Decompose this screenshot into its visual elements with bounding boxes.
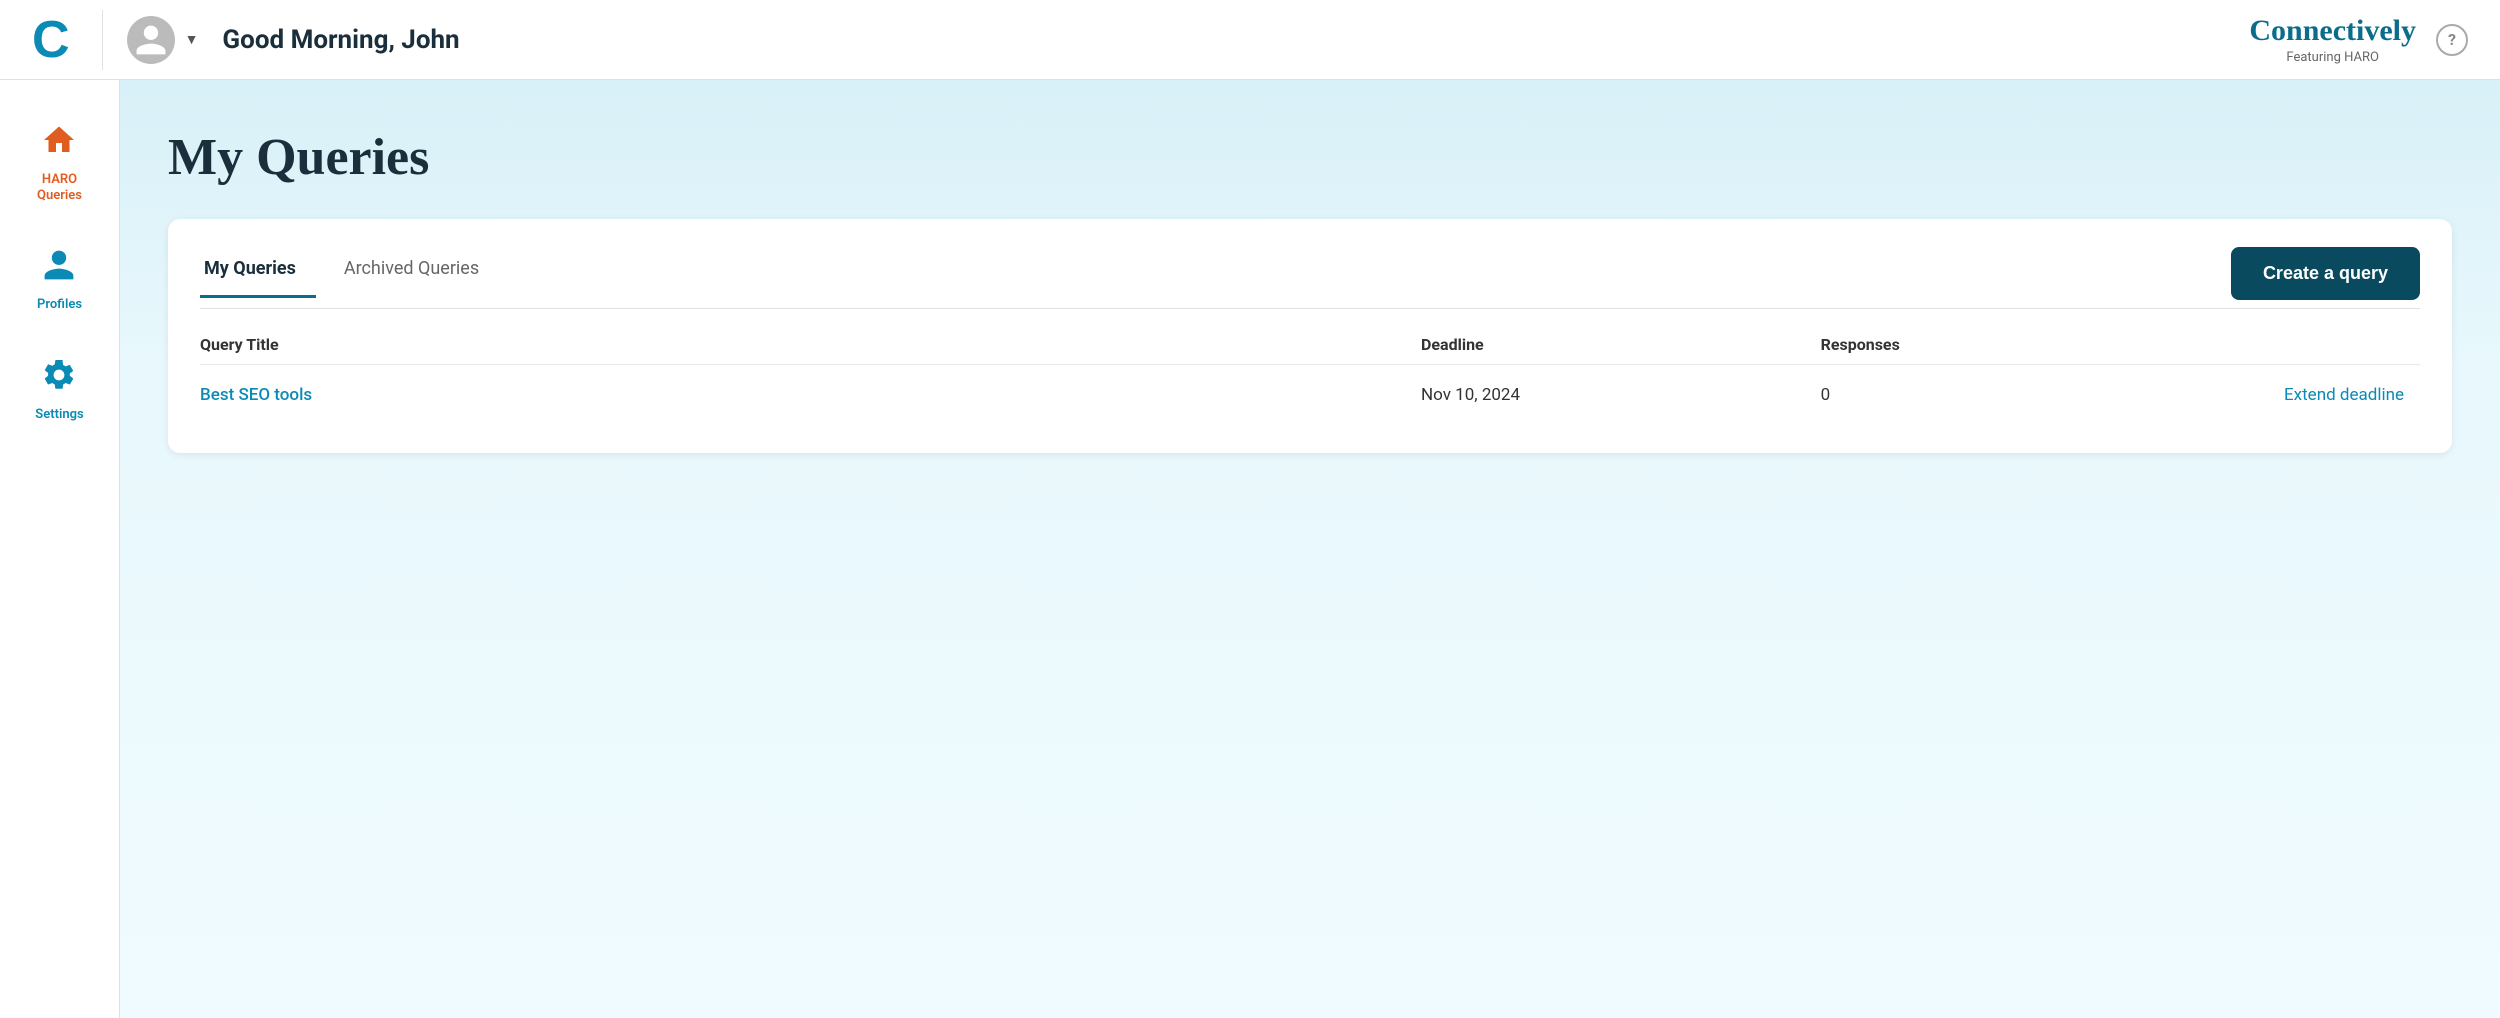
user-menu[interactable]: ▼ <box>127 16 199 64</box>
avatar-icon <box>133 22 169 58</box>
query-responses-cell: 0 <box>1821 365 2132 426</box>
query-action-cell: Extend deadline <box>2131 365 2420 426</box>
col-header-title: Query Title <box>200 325 1421 365</box>
home-icon <box>41 122 77 166</box>
brand-name: Connectively <box>2249 14 2416 48</box>
col-header-responses: Responses <box>1821 325 2132 365</box>
header-separator <box>102 10 103 70</box>
col-header-action <box>2131 325 2420 365</box>
query-deadline-cell: Nov 10, 2024 <box>1421 365 1821 426</box>
query-title-cell: Best SEO tools <box>200 365 1421 426</box>
avatar <box>127 16 175 64</box>
gear-icon <box>41 357 77 401</box>
brand-subtitle: Featuring HARO <box>2249 50 2416 65</box>
create-query-button[interactable]: Create a query <box>2231 247 2420 300</box>
card-divider <box>200 308 2420 309</box>
queries-table: Query Title Deadline Responses Best SEO … <box>200 325 2420 425</box>
page-title: My Queries <box>168 128 2452 187</box>
queries-card: My Queries Archived Queries Create a que… <box>168 219 2452 453</box>
sidebar-item-haro-queries[interactable]: HAROQueries <box>25 112 94 213</box>
tabs: My Queries Archived Queries <box>200 250 523 298</box>
sidebar-item-settings[interactable]: Settings <box>23 347 95 433</box>
help-icon[interactable]: ? <box>2436 24 2468 56</box>
header-left: C ▼ Good Morning, John <box>32 10 460 70</box>
card-header: My Queries Archived Queries Create a que… <box>200 247 2420 300</box>
sidebar-label-profiles: Profiles <box>37 297 82 313</box>
sidebar-label-settings: Settings <box>35 407 83 423</box>
main-layout: HAROQueries Profiles Settings My Queries <box>0 80 2500 1018</box>
extend-deadline-link[interactable]: Extend deadline <box>2284 385 2404 405</box>
table-row: Best SEO tools Nov 10, 2024 0 Extend dea… <box>200 365 2420 426</box>
sidebar: HAROQueries Profiles Settings <box>0 80 120 1018</box>
person-icon <box>41 247 77 291</box>
user-chevron-icon: ▼ <box>185 31 199 48</box>
logo[interactable]: C <box>32 14 70 66</box>
sidebar-label-haro: HAROQueries <box>37 172 82 203</box>
header: C ▼ Good Morning, John Connectively Feat… <box>0 0 2500 80</box>
query-title-link[interactable]: Best SEO tools <box>200 385 312 405</box>
tab-archived-queries[interactable]: Archived Queries <box>340 250 499 298</box>
content-area: My Queries My Queries Archived Queries C… <box>120 80 2500 1018</box>
table-body: Best SEO tools Nov 10, 2024 0 Extend dea… <box>200 365 2420 426</box>
header-right: Connectively Featuring HARO ? <box>2249 14 2468 65</box>
greeting-text: Good Morning, John <box>222 25 459 55</box>
brand-block: Connectively Featuring HARO <box>2249 14 2416 65</box>
table-header: Query Title Deadline Responses <box>200 325 2420 365</box>
col-header-deadline: Deadline <box>1421 325 1821 365</box>
sidebar-item-profiles[interactable]: Profiles <box>25 237 94 323</box>
tab-my-queries[interactable]: My Queries <box>200 250 316 298</box>
